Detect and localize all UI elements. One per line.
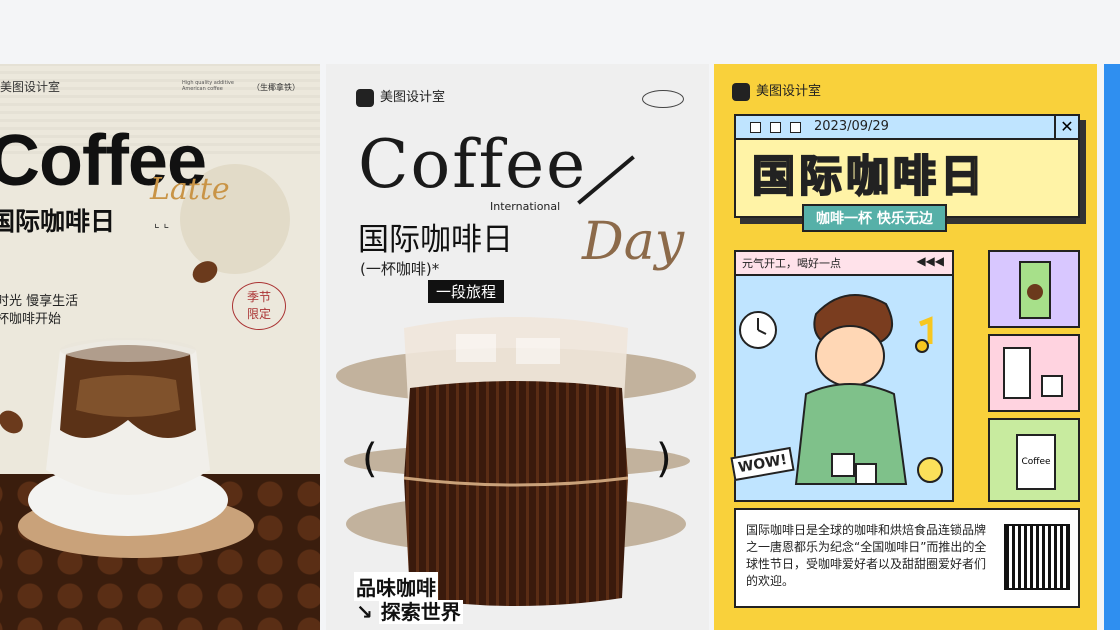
info-text: 国际咖啡日是全球的咖啡和烘焙食品连锁品牌之一唐恩都乐为纪念“全国咖啡日”而推出的… (746, 523, 987, 588)
milk-carton-icon (1019, 261, 1051, 319)
arrow-decor: ⌞ ⌞ (154, 216, 170, 230)
coffee-cup-icon: Coffee (1016, 434, 1056, 490)
brand-label: 美图设计室 (356, 86, 445, 107)
journey-tag: 一段旅程 (428, 280, 505, 303)
brand-label: 美图设计室 (732, 80, 821, 101)
series-label: （生椰拿铁） (252, 83, 300, 92)
card-sub-cn: (一杯咖啡)* (360, 260, 440, 278)
template-card-latte[interactable]: 美图设计室 High quality additive American cof… (0, 64, 320, 630)
qr-code-icon (1004, 524, 1070, 590)
template-gallery: 美图设计室 High quality additive American cof… (0, 64, 1120, 630)
milk-carton-tile (988, 250, 1080, 328)
coffee-machine-tile (988, 334, 1080, 412)
brand-logo-icon (732, 82, 750, 101)
limited-stamp: 季节 限定 (232, 282, 286, 330)
window-titlebar: 2023/09/29 ✕ (736, 116, 1078, 140)
scene-titlebar: 元气开工，喝好一点 ◀◀◀ (736, 252, 952, 276)
top-bar (0, 0, 1120, 64)
iced-coffee-glass-image (403, 317, 629, 606)
coffee-machine-icon (1003, 347, 1063, 399)
card-script: Latte (150, 172, 230, 207)
brand-text: 美图设计室 (380, 90, 446, 105)
window-square-icon (790, 122, 801, 133)
paren-right: ) (656, 436, 672, 482)
brand-text: 美图设计室 (756, 84, 822, 99)
card-title-cn: 国际咖啡日 (0, 207, 116, 236)
window-square-icon (750, 122, 761, 133)
date-label: 2023/09/29 (814, 119, 889, 134)
ribbon-slogan: 咖啡一杯 快乐无边 (802, 204, 947, 232)
card-subtitle-en: International (490, 200, 561, 213)
bottom-slogan-text: 探索世界 (378, 600, 463, 624)
template-card-international-day[interactable]: 美图设计室 Coffee International 国际咖啡日 Day (一杯… (326, 64, 709, 630)
globe-icon (642, 90, 684, 108)
card-title-cn: 国际咖啡日 (751, 151, 987, 203)
info-box: 国际咖啡日是全球的咖啡和烘焙食品连锁品牌之一唐恩都乐为纪念“全国咖啡日”而推出的… (734, 508, 1080, 608)
barista-illustration: 元气开工，喝好一点 ◀◀◀ WOW! (730, 250, 954, 502)
brand-logo-icon (356, 88, 374, 107)
coffee-cup-tile: Coffee (988, 418, 1080, 502)
template-card-comic[interactable]: 美图设计室 2023/09/29 ✕ 国际咖啡日 咖啡一杯 快乐无边 元气开工，… (714, 64, 1097, 630)
brand-label: 美图设计室 (0, 80, 61, 94)
card-title-cn: 国际咖啡日 (358, 222, 513, 258)
slogan-line: 时光 慢享生活 (0, 294, 79, 309)
arrow-icon: ↘ (356, 600, 373, 624)
template-card-partial[interactable] (1104, 64, 1120, 630)
card-script: Day (582, 212, 685, 272)
small-note: High quality additive American coffee (182, 80, 234, 92)
window-square-icon (770, 122, 781, 133)
scene-label: 元气开工，喝好一点 (742, 257, 841, 270)
bottom-slogan: ↘ 探索世界 (356, 596, 463, 625)
paren-left: ( (362, 436, 378, 482)
close-icon: ✕ (1054, 116, 1078, 138)
iced-latte-image (28, 338, 228, 536)
rewind-icon: ◀◀◀ (916, 254, 944, 268)
card-title-en: Coffee (358, 126, 588, 203)
